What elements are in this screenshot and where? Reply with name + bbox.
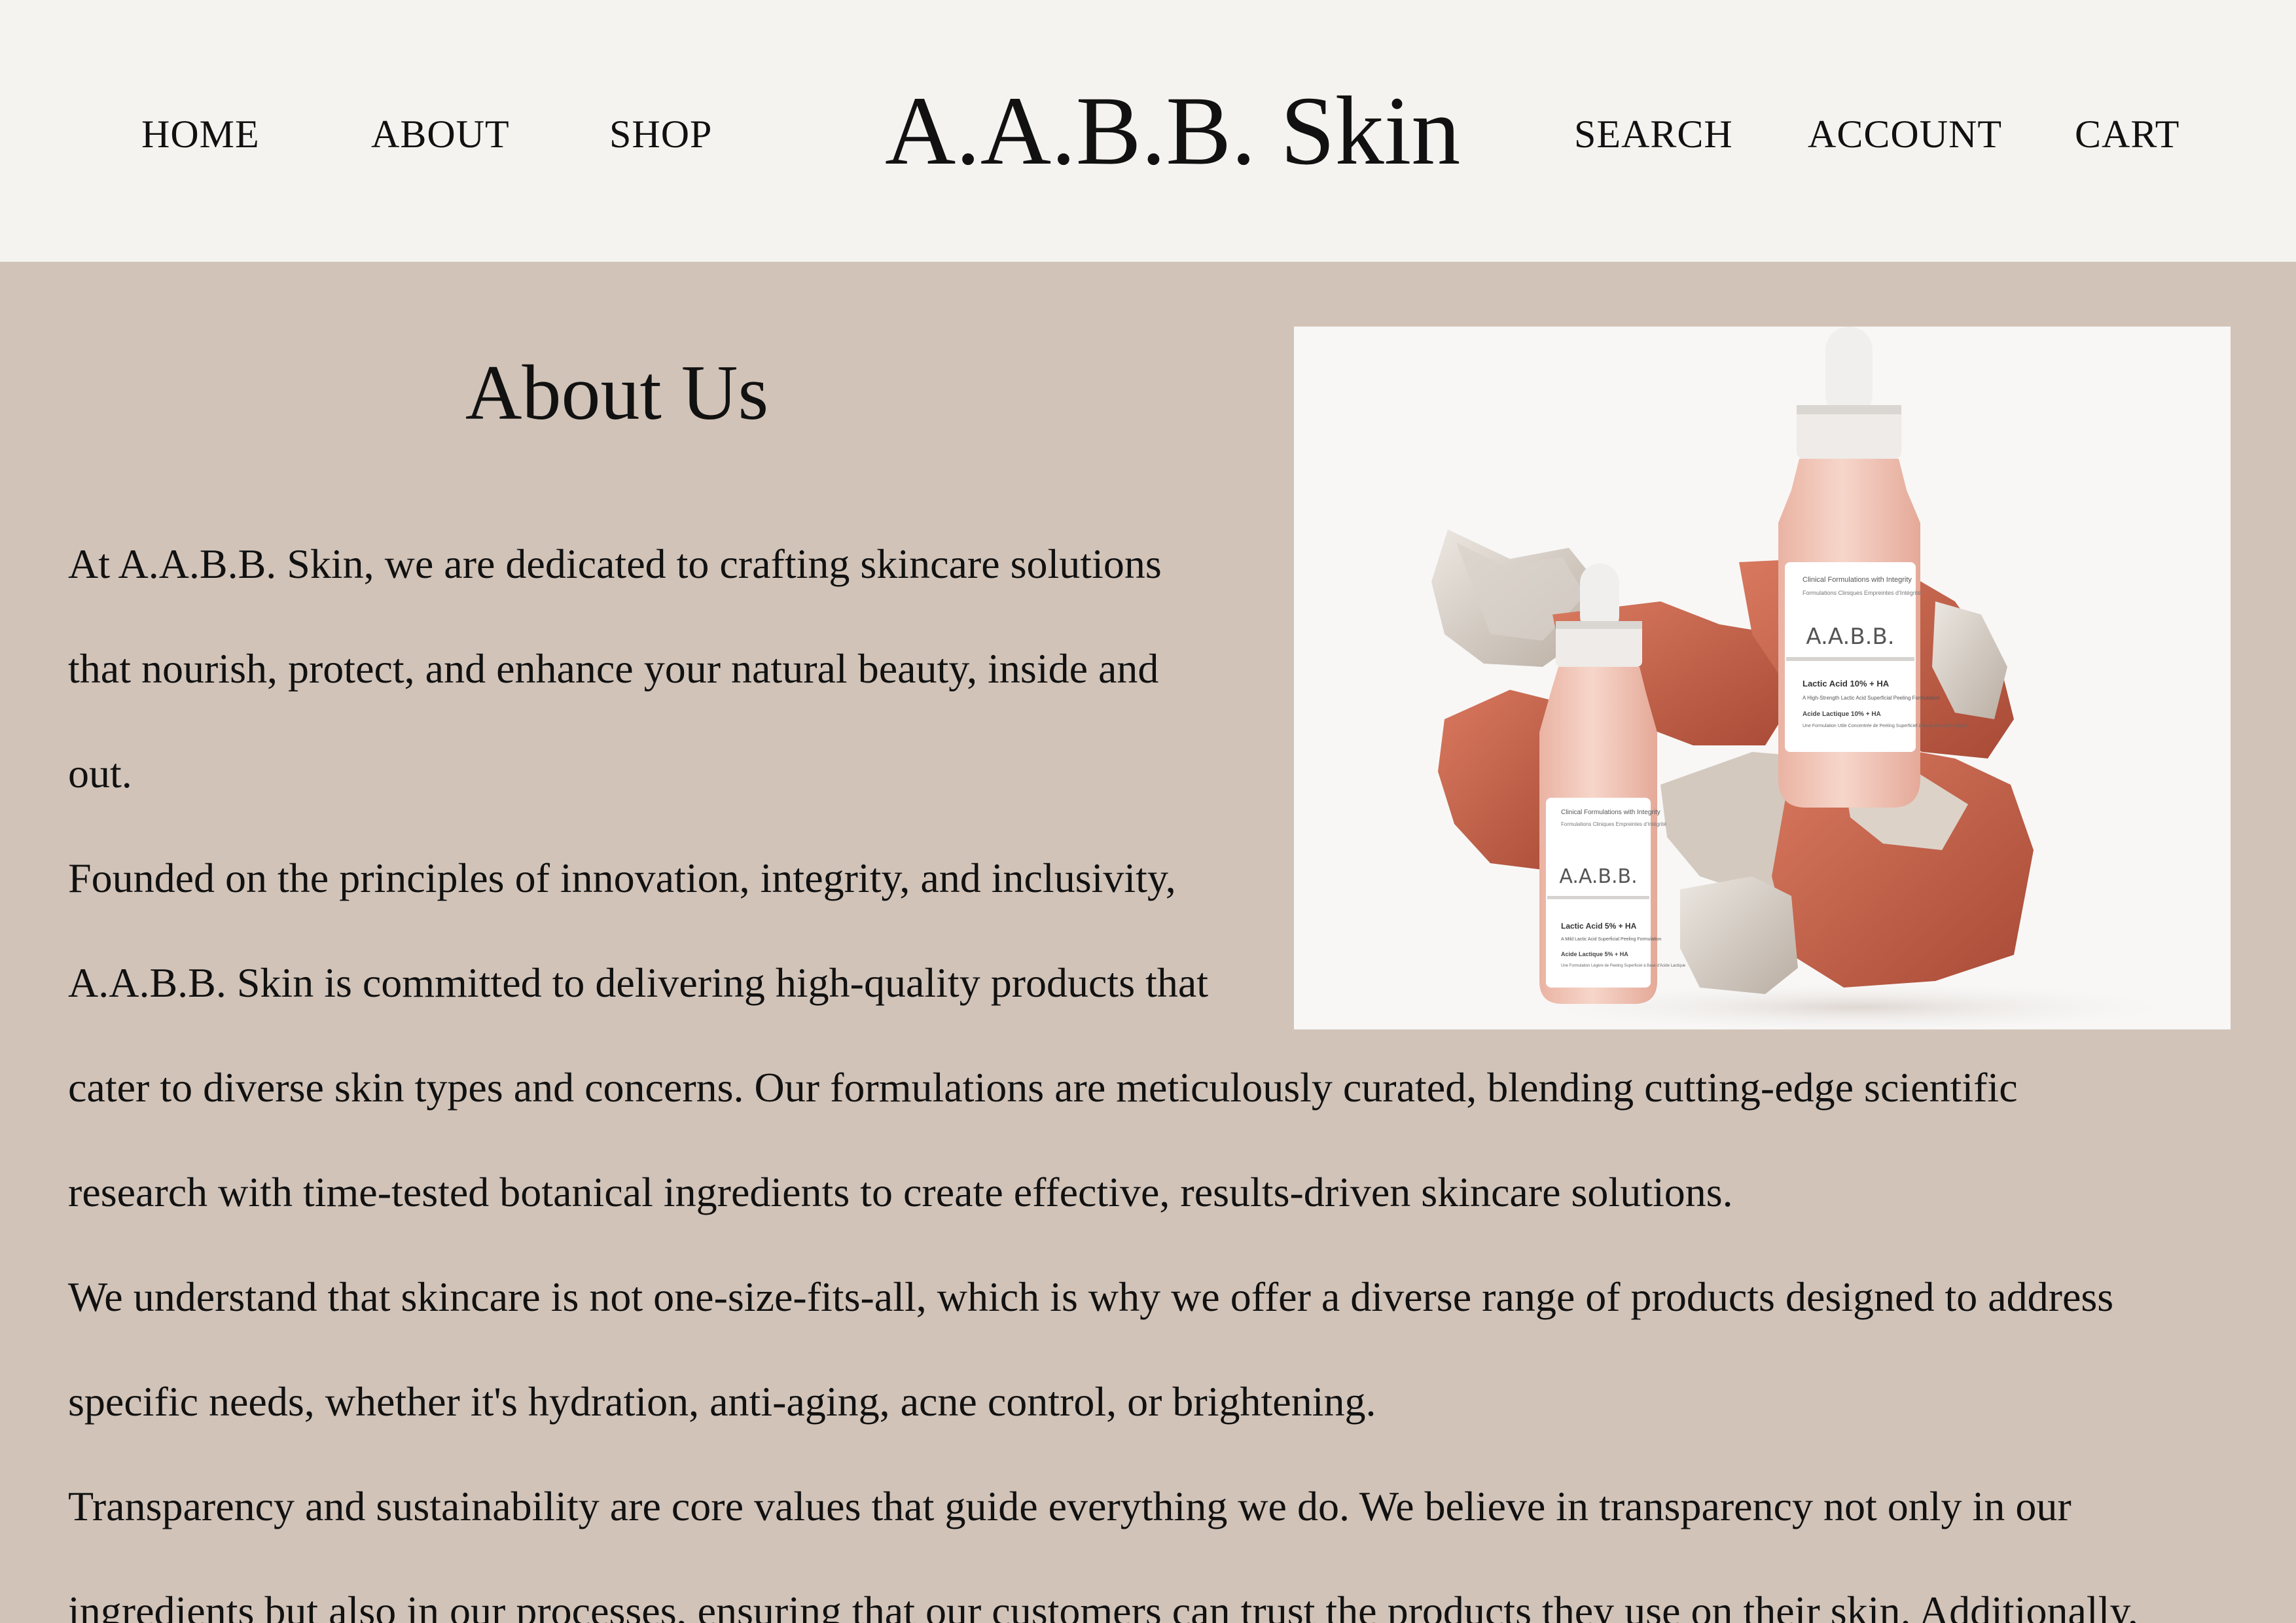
nav-cart-link[interactable]: CART xyxy=(2075,108,2179,160)
about-text-line: out. xyxy=(68,750,132,796)
brand-logo[interactable]: A.A.B.B. Skin xyxy=(885,75,1460,187)
large-bottle-desc: A High-Strength Lactic Acid Superficial … xyxy=(1803,695,1940,701)
large-bottle-product: Lactic Acid 10% + HA xyxy=(1803,679,1890,688)
small-bottle-desc-fr: Une Formulation Légère de Peeling Superf… xyxy=(1561,964,1686,968)
about-title: About Us xyxy=(465,349,769,436)
small-bottle-tagline: Clinical Formulations with Integrity xyxy=(1561,809,1660,816)
about-text-line: that nourish, protect, and enhance your … xyxy=(68,645,1159,692)
about-text-line: We understand that skincare is not one-s… xyxy=(68,1274,2114,1320)
about-text-line: At A.A.B.B. Skin, we are dedicated to cr… xyxy=(68,541,1162,587)
nav-search-link[interactable]: SEARCH xyxy=(1574,108,1733,160)
about-text-line: cater to diverse skin types and concerns… xyxy=(68,1064,2018,1111)
about-text-line: specific needs, whether it's hydration, … xyxy=(68,1378,1376,1425)
nav-about-link[interactable]: ABOUT xyxy=(371,108,510,160)
small-bottle-product: Lactic Acid 5% + HA xyxy=(1561,921,1637,931)
large-bottle-brand: A.A.B.B. xyxy=(1806,624,1894,650)
large-bottle-desc-fr: Une Formulation Utile Concentrée de Peel… xyxy=(1803,724,1967,728)
small-bottle-tagline-fr: Formulations Cliniques Empreintes d'Inté… xyxy=(1561,821,1667,827)
large-bottle-tagline-fr: Formulations Cliniques Empreintes d'Inté… xyxy=(1803,590,1921,596)
large-bottle-product-fr: Acide Lactique 10% + HA xyxy=(1803,711,1881,718)
about-text-line: A.A.B.B. Skin is committed to delivering… xyxy=(68,959,1209,1006)
small-bottle-product-fr: Acide Lactique 5% + HA xyxy=(1561,951,1628,957)
site-header: HOME ABOUT SHOP A.A.B.B. Skin SEARCH ACC… xyxy=(0,0,2296,262)
small-bottle-desc: A Mild Lactic Acid Superficial Peeling F… xyxy=(1561,937,1661,942)
about-text-line: Transparency and sustainability are core… xyxy=(68,1483,2072,1529)
large-bottle-tagline: Clinical Formulations with Integrity xyxy=(1803,576,1912,584)
about-text-line: Founded on the principles of innovation,… xyxy=(68,855,1176,901)
product-image: Clinical Formulations with Integrity For… xyxy=(1294,327,2231,1029)
small-bottle-brand: A.A.B.B. xyxy=(1559,865,1637,888)
nav-shop-link[interactable]: SHOP xyxy=(609,108,712,160)
about-text-line: research with time-tested botanical ingr… xyxy=(68,1169,1733,1215)
nav-account-link[interactable]: ACCOUNT xyxy=(1808,108,2002,160)
about-text-line: ingredients but also in our processes, e… xyxy=(68,1588,2139,1623)
nav-home-link[interactable]: HOME xyxy=(141,108,260,160)
